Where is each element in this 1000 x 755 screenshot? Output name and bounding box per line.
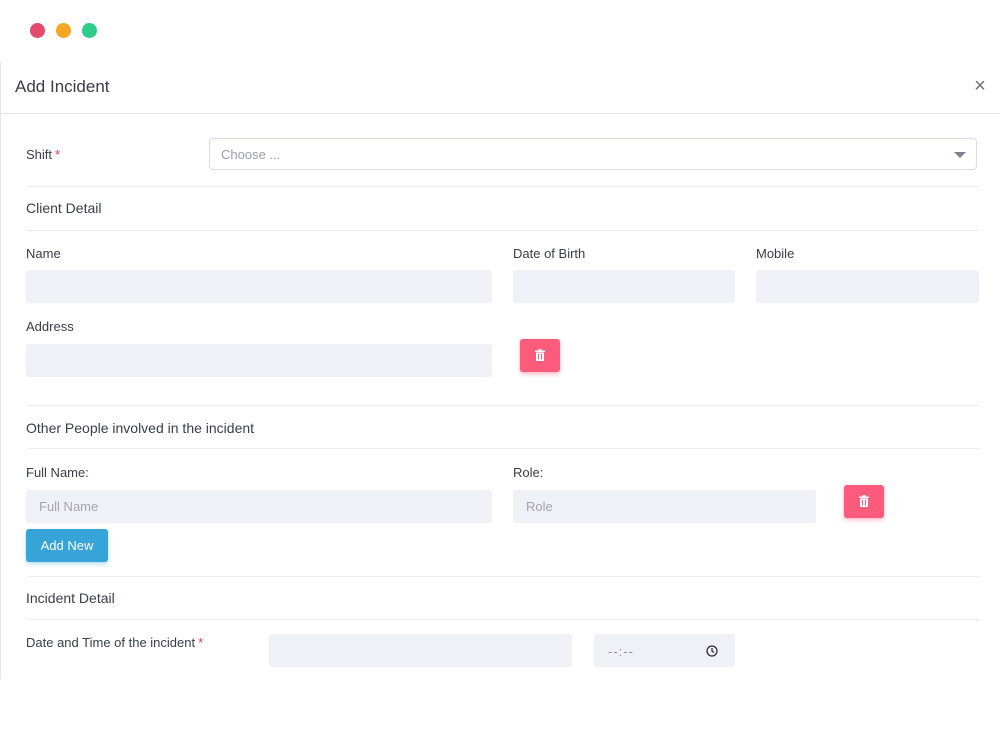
role-input[interactable]: Role xyxy=(513,490,816,523)
dob-input[interactable] xyxy=(513,270,735,303)
shift-label-text: Shift xyxy=(26,147,53,162)
incident-detail-title: Incident Detail xyxy=(26,590,115,606)
required-mark: * xyxy=(198,635,204,650)
window-maximize-dot[interactable] xyxy=(82,23,97,38)
required-mark: * xyxy=(55,147,61,162)
divider xyxy=(26,576,979,577)
modal-header: Add Incident × xyxy=(1,62,1000,114)
window-controls xyxy=(30,23,97,38)
divider xyxy=(26,619,979,620)
window-minimize-dot[interactable] xyxy=(56,23,71,38)
address-label: Address xyxy=(26,319,74,334)
window-close-dot[interactable] xyxy=(30,23,45,38)
mobile-input[interactable] xyxy=(756,270,979,303)
add-new-button[interactable]: Add New xyxy=(26,529,108,562)
client-detail-title: Client Detail xyxy=(26,200,102,216)
shift-select[interactable]: Choose ... xyxy=(209,138,977,170)
name-input[interactable] xyxy=(26,270,492,303)
incident-time-input[interactable]: --:-- xyxy=(594,634,735,667)
time-placeholder: --:-- xyxy=(608,644,634,659)
full-name-input[interactable]: Full Name xyxy=(26,490,492,523)
divider xyxy=(26,405,979,406)
datetime-label-text: Date and Time of the incident xyxy=(26,635,196,650)
role-placeholder: Role xyxy=(526,499,553,514)
full-name-label: Full Name: xyxy=(26,465,89,480)
name-label: Name xyxy=(26,246,61,261)
other-people-title: Other People involved in the incident xyxy=(26,420,255,436)
delete-address-button[interactable] xyxy=(520,339,560,372)
full-name-placeholder: Full Name xyxy=(39,499,99,514)
shift-label: Shift * xyxy=(26,147,60,162)
clock-icon[interactable] xyxy=(706,645,718,657)
chevron-down-icon xyxy=(954,152,966,158)
dob-label: Date of Birth xyxy=(513,246,586,261)
incident-date-input[interactable] xyxy=(269,634,572,667)
trash-icon xyxy=(535,349,545,361)
divider xyxy=(26,186,979,187)
mobile-label: Mobile xyxy=(756,246,795,261)
address-input[interactable] xyxy=(26,344,492,377)
add-incident-modal: Add Incident × Shift * Choose ... Client … xyxy=(0,62,1000,679)
datetime-label: Date and Time of the incident * xyxy=(26,635,203,650)
shift-select-placeholder: Choose ... xyxy=(221,147,281,162)
divider xyxy=(26,448,979,449)
delete-person-button[interactable] xyxy=(844,485,884,518)
trash-icon xyxy=(859,495,869,507)
divider xyxy=(26,230,979,231)
role-label: Role: xyxy=(513,465,544,480)
close-icon[interactable]: × xyxy=(969,75,991,97)
modal-title: Add Incident xyxy=(15,77,110,96)
